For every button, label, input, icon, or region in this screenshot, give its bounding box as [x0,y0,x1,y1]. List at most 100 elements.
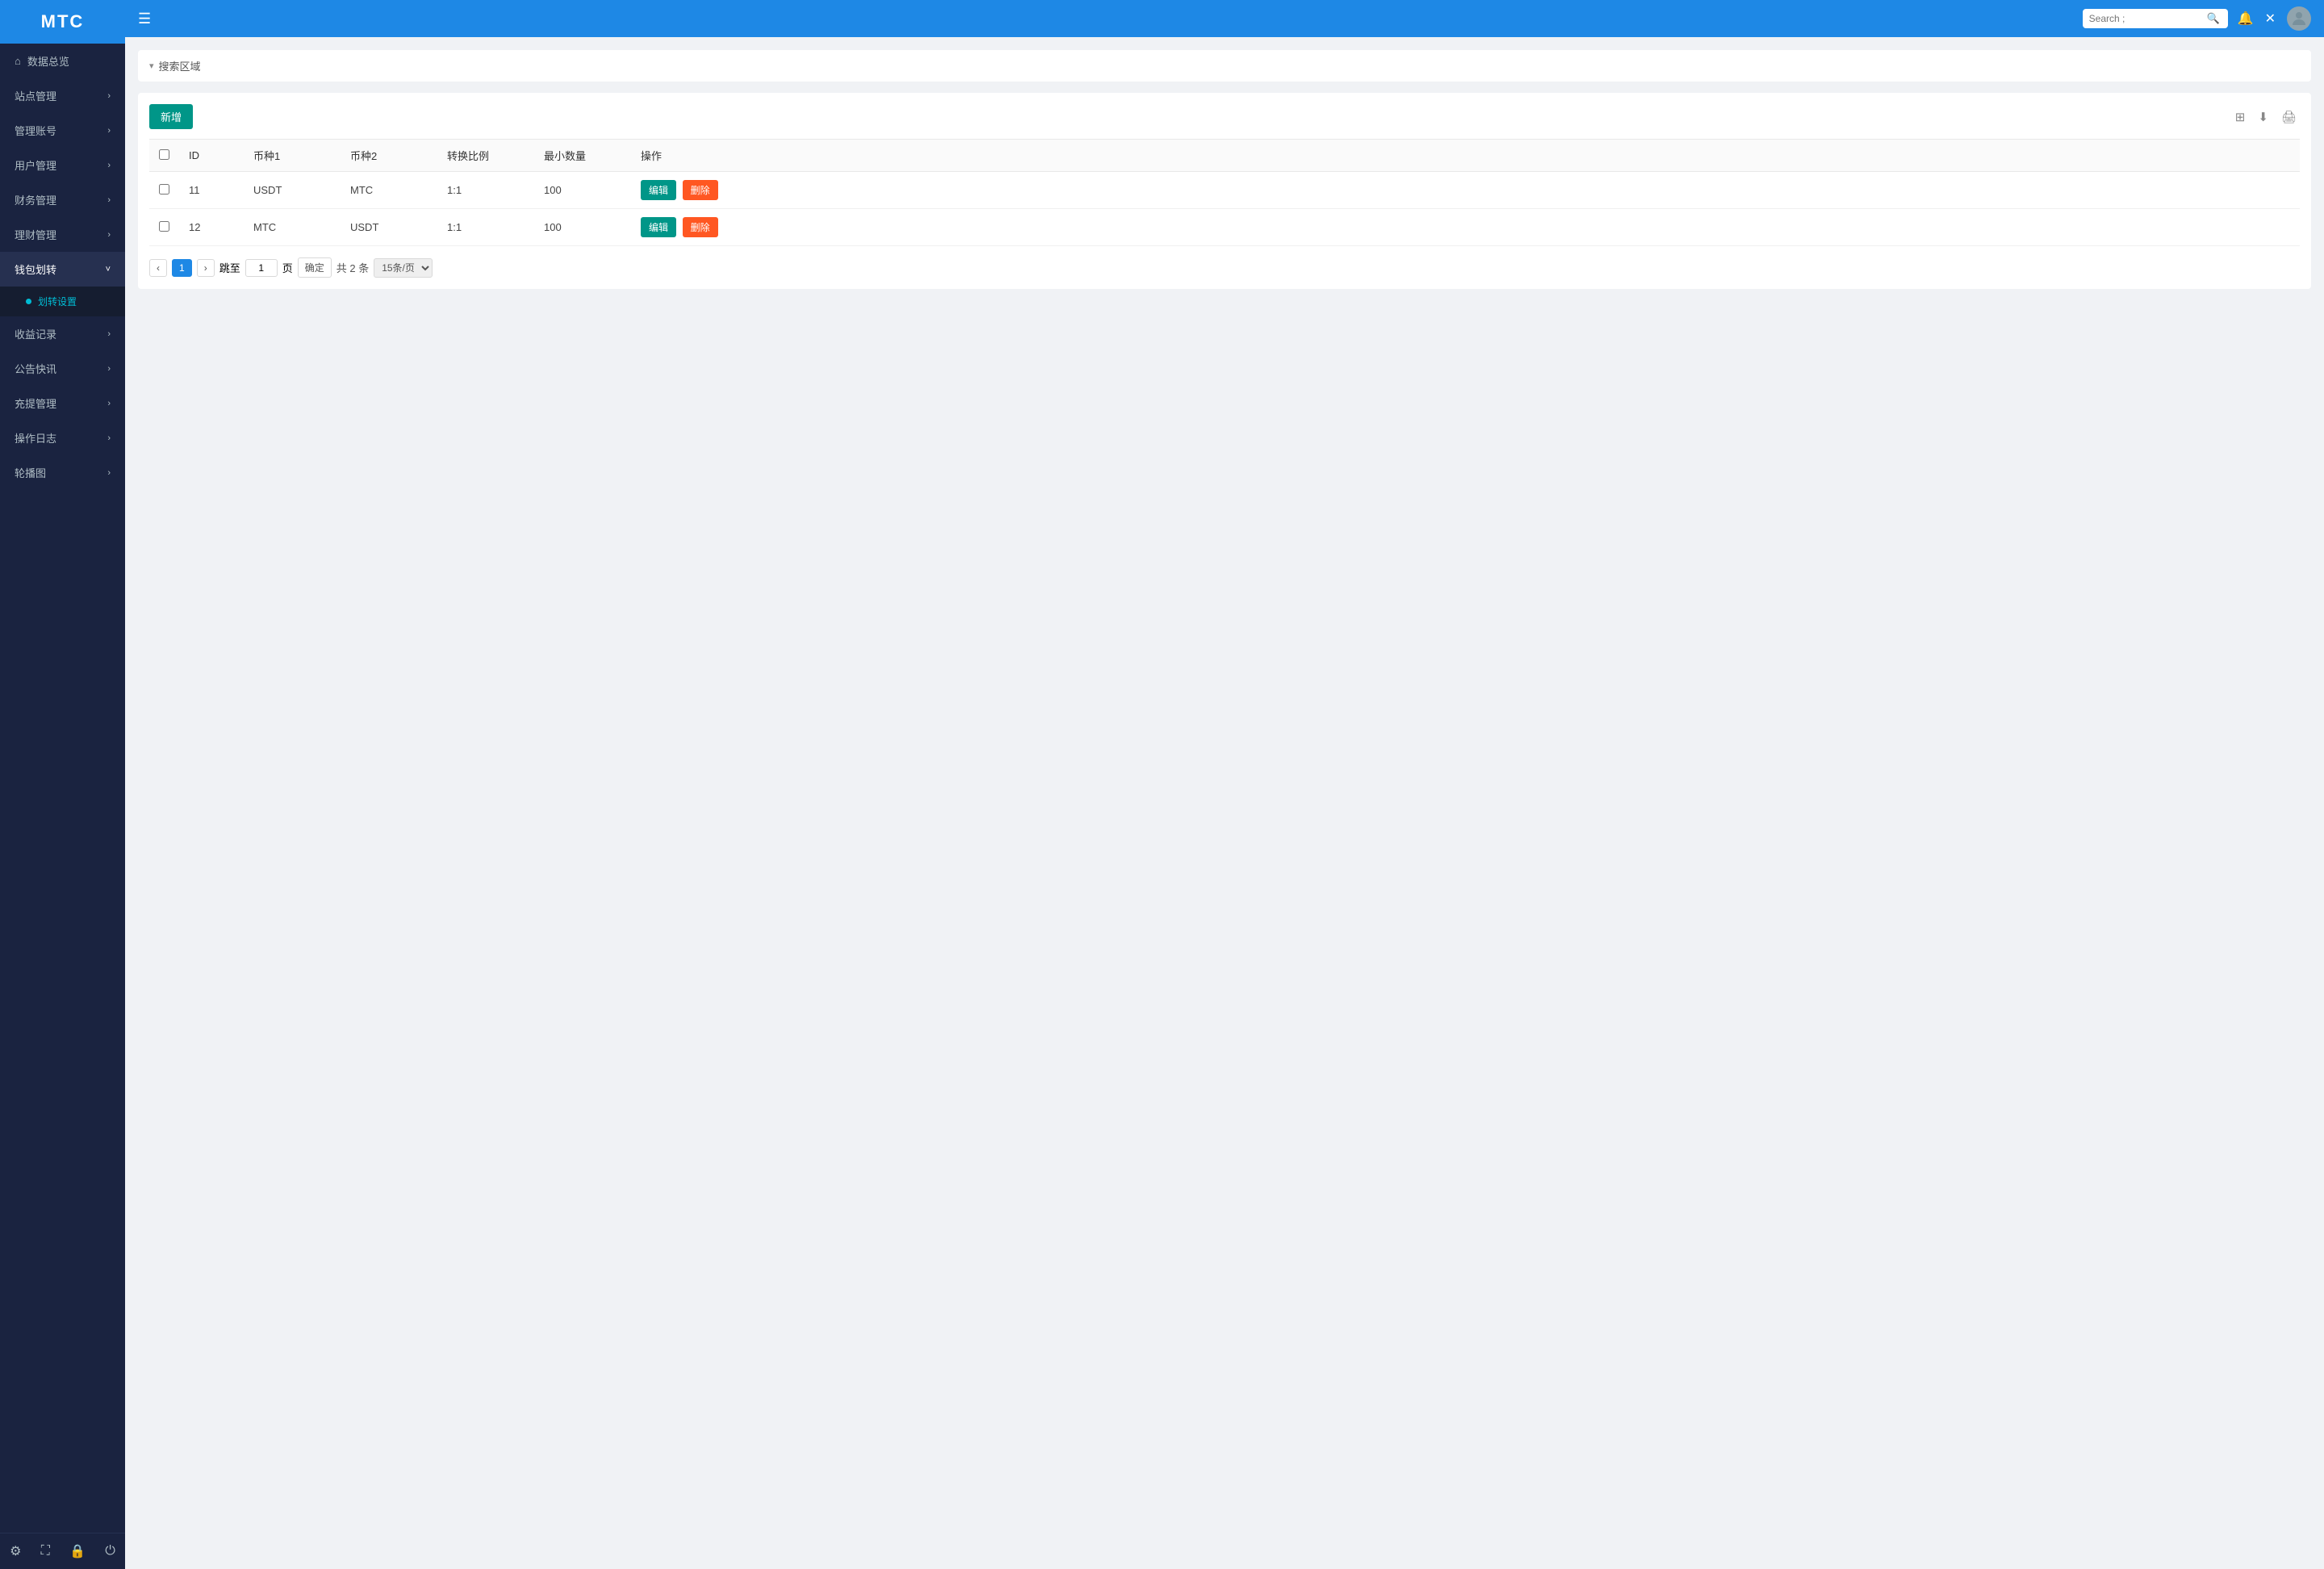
data-table: ID 币种1 币种2 转换比例 最小数量 操作 11 USDT MTC 1:1 … [149,139,2300,246]
sidebar-item-label: 钱包划转 [15,262,56,277]
search-input[interactable] [2089,13,2202,24]
grid-view-icon[interactable]: ⊞ [2232,107,2249,128]
sidebar-item-label: 管理账号 [15,123,56,138]
sidebar-item-operation-log[interactable]: 操作日志 › [0,420,125,455]
row-ratio-0: 1:1 [437,172,534,209]
column-header-ratio: 转换比例 [437,140,534,172]
sidebar-item-recharge-manage[interactable]: 充提管理 › [0,386,125,420]
pagination: ‹ 1 › 跳至 页 确定 共 2 条 15条/页 30条/页 50条/页 [149,257,2300,278]
active-dot-icon [26,299,31,304]
row-operations-0: 编辑 删除 [631,172,2300,209]
row-checkbox-1[interactable] [159,221,169,232]
delete-button-0[interactable]: 删除 [683,180,718,200]
next-page-button[interactable]: › [197,259,215,277]
power-icon[interactable]: ⏻ [105,1544,115,1559]
table-row: 12 MTC USDT 1:1 100 编辑 删除 [149,209,2300,246]
row-checkbox-cell [149,172,179,209]
select-all-checkbox[interactable] [159,149,169,160]
row-checkbox-cell [149,209,179,246]
table-toolbar: 新增 ⊞ ⬇ 🖨 [149,104,2300,129]
column-header-operation: 操作 [631,140,2300,172]
topbar: ☰ 🔍 🔔 ✕ [125,0,2324,37]
column-header-coin2: 币种2 [341,140,437,172]
page-confirm-button[interactable]: 确定 [298,257,332,278]
sidebar-item-dashboard[interactable]: ⌂ 数据总览 [0,44,125,78]
main-content: ▾ 搜索区域 新增 ⊞ ⬇ 🖨 I [125,37,2324,1569]
prev-page-button[interactable]: ‹ [149,259,167,277]
sidebar-item-user-manage[interactable]: 用户管理 › [0,148,125,182]
chevron-right-icon: › [107,195,111,205]
chevron-right-icon: › [107,161,111,170]
goto-label: 跳至 [219,260,240,275]
sidebar-item-label: 收益记录 [15,326,56,341]
sidebar-item-label: 轮播图 [15,465,46,480]
avatar[interactable] [2287,6,2311,31]
sidebar-item-label: 充提管理 [15,395,56,411]
column-header-minqty: 最小数量 [534,140,631,172]
sidebar-sub-item-switch-settings[interactable]: 划转设置 [0,287,125,316]
delete-button-1[interactable]: 删除 [683,217,718,237]
sidebar-item-site-manage[interactable]: 站点管理 › [0,78,125,113]
sidebar-item-label: 公告快讯 [15,361,56,376]
chevron-right-icon: › [107,364,111,374]
close-icon[interactable]: ✕ [2265,10,2276,27]
notification-bell-icon[interactable]: 🔔 [2238,10,2254,27]
edit-button-1[interactable]: 编辑 [641,217,676,237]
sidebar-item-label: 财务管理 [15,192,56,207]
chevron-down-icon: ˅ [106,265,111,274]
search-icon[interactable]: 🔍 [2207,12,2220,25]
search-section-label: 搜索区域 [159,58,201,73]
topbar-icons: 🔔 ✕ [2238,6,2311,31]
row-minqty-1: 100 [534,209,631,246]
edit-button-0[interactable]: 编辑 [641,180,676,200]
table-section: 新增 ⊞ ⬇ 🖨 ID 币种1 币种2 转换比例 [138,93,2311,289]
chevron-right-icon: › [107,433,111,443]
app-logo: MTC [0,0,125,44]
row-ratio-1: 1:1 [437,209,534,246]
sidebar-sub-item-label: 划转设置 [38,295,77,308]
chevron-right-icon: › [107,468,111,478]
sidebar: MTC ⌂ 数据总览 站点管理 › 管理账号 › 用户管理 [0,0,125,1569]
sidebar-item-announcement[interactable]: 公告快讯 › [0,351,125,386]
row-checkbox-0[interactable] [159,184,169,195]
chevron-right-icon: › [107,329,111,339]
sidebar-item-income-record[interactable]: 收益记录 › [0,316,125,351]
sidebar-menu: ⌂ 数据总览 站点管理 › 管理账号 › 用户管理 › [0,44,125,1533]
row-coin1-0: USDT [244,172,341,209]
sidebar-footer: ⚙ ⛶ 🔒 ⏻ [0,1533,125,1569]
add-button[interactable]: 新增 [149,104,193,129]
hamburger-menu-icon[interactable]: ☰ [138,10,151,27]
search-section: ▾ 搜索区域 [138,50,2311,82]
toolbar-right: ⊞ ⬇ 🖨 [2232,107,2300,128]
sidebar-item-label: 数据总览 [27,53,69,69]
sidebar-item-wealth-manage[interactable]: 理财管理 › [0,217,125,252]
chevron-right-icon: › [107,230,111,240]
chevron-right-icon: › [107,91,111,101]
sidebar-item-wallet-transfer[interactable]: 钱包划转 ˅ [0,252,125,287]
column-header-id: ID [179,140,244,172]
row-coin2-0: MTC [341,172,437,209]
settings-icon[interactable]: ⚙ [10,1543,21,1559]
sidebar-item-account-manage[interactable]: 管理账号 › [0,113,125,148]
sidebar-item-carousel[interactable]: 轮播图 › [0,455,125,490]
search-section-header[interactable]: ▾ 搜索区域 [138,50,2311,82]
page-input[interactable] [245,259,278,277]
row-id-0: 11 [179,172,244,209]
chevron-right-icon: › [107,126,111,136]
sidebar-item-finance-manage[interactable]: 财务管理 › [0,182,125,217]
export-icon[interactable]: ⬇ [2255,107,2272,128]
search-box: 🔍 [2083,9,2228,28]
sidebar-item-label: 操作日志 [15,430,56,446]
page-size-select[interactable]: 15条/页 30条/页 50条/页 [374,258,433,278]
main-wrapper: ☰ 🔍 🔔 ✕ ▾ 搜索区域 [125,0,2324,1569]
sidebar-item-label: 用户管理 [15,157,56,173]
page-1-button[interactable]: 1 [172,259,192,277]
chevron-right-icon: › [107,399,111,408]
page-total: 共 2 条 [336,260,369,275]
fullscreen-icon[interactable]: ⛶ [41,1544,50,1559]
lock-icon[interactable]: 🔒 [69,1543,86,1559]
print-icon[interactable]: 🖨 [2278,107,2300,128]
row-minqty-0: 100 [534,172,631,209]
row-coin1-1: MTC [244,209,341,246]
home-icon: ⌂ [15,55,21,67]
